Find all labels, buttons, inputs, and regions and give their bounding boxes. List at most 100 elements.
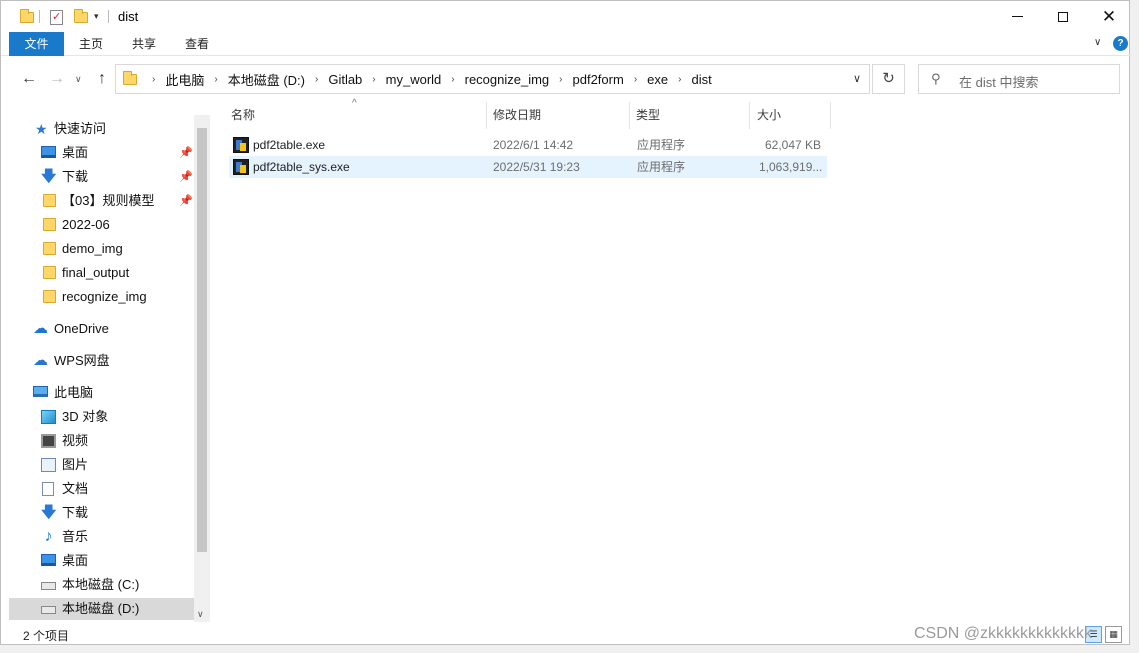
tab-file[interactable]: 文件 — [9, 32, 64, 56]
search-box[interactable]: ⚲ 在 dist 中搜索 — [918, 64, 1120, 94]
sidebar-item-documents[interactable]: 文档 — [9, 478, 194, 500]
breadcrumb-exe[interactable]: exe — [644, 72, 671, 87]
watermark: CSDN @zkkkkkkkkkkkkk — [914, 625, 1093, 642]
sidebar-item-label: 视频 — [62, 433, 89, 448]
navigation-pane-scrollbar[interactable]: ∨ — [194, 115, 210, 622]
chevron-right-icon[interactable]: › — [671, 74, 688, 85]
video-icon — [41, 434, 56, 448]
breadcrumb-gitlab[interactable]: Gitlab — [325, 72, 365, 87]
sidebar-item-desktop[interactable]: 桌面 — [9, 550, 194, 572]
folder-icon — [43, 218, 56, 231]
file-name: pdf2table.exe — [253, 138, 326, 152]
large-icons-view-icon[interactable]: ▦ — [1105, 626, 1122, 643]
sidebar-item-label: 快速访问 — [54, 121, 107, 136]
chevron-right-icon[interactable]: › — [444, 74, 461, 85]
sidebar-item-quick-access[interactable]: ★ 快速访问 — [9, 118, 194, 140]
breadcrumb-drive-d[interactable]: 本地磁盘 (D:) — [225, 70, 308, 89]
background-strip — [1130, 0, 1139, 653]
expand-ribbon-icon[interactable]: ∨ — [1094, 37, 1101, 48]
new-folder-icon[interactable] — [74, 8, 88, 26]
search-icon: ⚲ — [931, 71, 941, 86]
download-icon: 🡇 — [41, 168, 57, 185]
pin-icon[interactable]: 📌 — [179, 142, 193, 164]
sidebar-item-downloads-pinned[interactable]: 🡇 下载 📌 — [9, 166, 194, 188]
breadcrumb-this-pc[interactable]: 此电脑 — [162, 70, 207, 89]
breadcrumb-my-world[interactable]: my_world — [383, 72, 445, 87]
chevron-down-icon[interactable]: ∨ — [197, 609, 204, 620]
sidebar-item-pictures[interactable]: 图片 — [9, 454, 194, 476]
sidebar-item-wps-drive[interactable]: ☁ WPS网盘 — [9, 350, 194, 372]
sidebar-item-desktop-pinned[interactable]: 桌面 📌 — [9, 142, 194, 164]
column-header-name[interactable]: 名称 — [231, 102, 255, 129]
sidebar-item-demo-img[interactable]: demo_img — [9, 238, 194, 260]
help-icon[interactable]: ? — [1113, 36, 1128, 51]
sidebar-item-this-pc[interactable]: 此电脑 — [9, 382, 194, 404]
sidebar-item-label: WPS网盘 — [54, 353, 110, 368]
column-divider[interactable] — [830, 102, 831, 129]
column-divider[interactable] — [749, 102, 750, 129]
chevron-right-icon[interactable]: › — [552, 74, 569, 85]
column-header-type[interactable]: 类型 — [636, 102, 660, 129]
up-button[interactable]: ↑ — [91, 68, 113, 90]
chevron-right-icon[interactable]: › — [308, 74, 325, 85]
file-type: 应用程序 — [637, 160, 686, 174]
column-header-size[interactable]: 大小 — [757, 102, 781, 129]
folder-icon — [43, 194, 56, 207]
sidebar-item-label: 音乐 — [62, 529, 89, 544]
navigation-pane: ★ 快速访问 桌面 📌 🡇 下载 📌 【03】规则模型 📌 2022-06 de… — [9, 115, 194, 622]
sidebar-item-label: final_output — [62, 265, 130, 280]
tab-home[interactable]: 主页 — [69, 32, 113, 56]
chevron-right-icon[interactable]: › — [145, 74, 162, 85]
back-button[interactable]: ← — [18, 68, 40, 90]
maximize-button[interactable] — [1040, 1, 1086, 32]
chevron-down-icon[interactable]: ∨ — [853, 72, 861, 85]
column-divider[interactable] — [629, 102, 630, 129]
file-type: 应用程序 — [637, 138, 686, 152]
sort-ascending-icon: ^ — [352, 98, 357, 109]
sidebar-item-music[interactable]: ♪ 音乐 — [9, 526, 194, 548]
sidebar-item-label: 文档 — [62, 481, 89, 496]
tab-view[interactable]: 查看 — [175, 32, 219, 56]
chevron-right-icon[interactable]: › — [365, 74, 382, 85]
close-button[interactable]: ✕ — [1086, 1, 1132, 32]
sidebar-item-label: OneDrive — [54, 321, 109, 336]
tab-share[interactable]: 共享 — [122, 32, 166, 56]
pin-icon[interactable]: 📌 — [179, 166, 193, 188]
sidebar-item-recognize-img[interactable]: recognize_img — [9, 286, 194, 308]
forward-button[interactable]: → — [46, 68, 68, 90]
sidebar-item-label: 桌面 — [62, 553, 89, 568]
sidebar-item-label: 此电脑 — [54, 385, 94, 400]
file-modified: 2022/6/1 14:42 — [493, 138, 574, 152]
column-header-modified[interactable]: 修改日期 — [493, 102, 541, 129]
folder-icon — [43, 290, 56, 303]
sidebar-item-downloads[interactable]: 🡇 下载 — [9, 502, 194, 524]
column-divider[interactable] — [486, 102, 487, 129]
customize-toolbar-icon[interactable]: ▾ — [94, 11, 99, 22]
sidebar-item-3d-objects[interactable]: 3D 对象 — [9, 406, 194, 428]
properties-icon[interactable] — [50, 8, 63, 26]
breadcrumb-recognize-img[interactable]: recognize_img — [462, 72, 553, 87]
sidebar-item-drive-c[interactable]: 本地磁盘 (C:) — [9, 574, 194, 596]
sidebar-item-onedrive[interactable]: ☁ OneDrive — [9, 318, 194, 340]
breadcrumb-pdf2form[interactable]: pdf2form — [570, 72, 627, 87]
chevron-right-icon[interactable]: › — [627, 74, 644, 85]
scrollbar-thumb[interactable] — [197, 128, 207, 552]
sidebar-item-final-output[interactable]: final_output — [9, 262, 194, 284]
recent-locations-icon[interactable]: ∨ — [75, 74, 82, 85]
breadcrumb-dist[interactable]: dist — [688, 72, 714, 87]
sidebar-item-drive-d[interactable]: 本地磁盘 (D:) — [9, 598, 194, 620]
desktop-icon — [41, 146, 56, 158]
chevron-right-icon[interactable]: › — [207, 74, 224, 85]
sidebar-item-2022-06[interactable]: 2022-06 — [9, 214, 194, 236]
address-bar[interactable]: › 此电脑 › 本地磁盘 (D:) › Gitlab › my_world › … — [115, 64, 870, 94]
divider — [108, 10, 109, 23]
search-placeholder: 在 dist 中搜索 — [959, 75, 1039, 90]
minimize-button[interactable] — [994, 1, 1040, 32]
refresh-button[interactable]: ↻ — [872, 64, 905, 94]
divider — [39, 10, 40, 23]
sidebar-item-rule-model[interactable]: 【03】规则模型 📌 — [9, 190, 194, 212]
sidebar-item-videos[interactable]: 视频 — [9, 430, 194, 452]
pin-icon[interactable]: 📌 — [179, 190, 193, 212]
file-row[interactable]: pdf2table.exe 2022/6/1 14:42 应用程序 62,047… — [229, 134, 827, 156]
file-row[interactable]: pdf2table_sys.exe 2022/5/31 19:23 应用程序 1… — [229, 156, 827, 178]
